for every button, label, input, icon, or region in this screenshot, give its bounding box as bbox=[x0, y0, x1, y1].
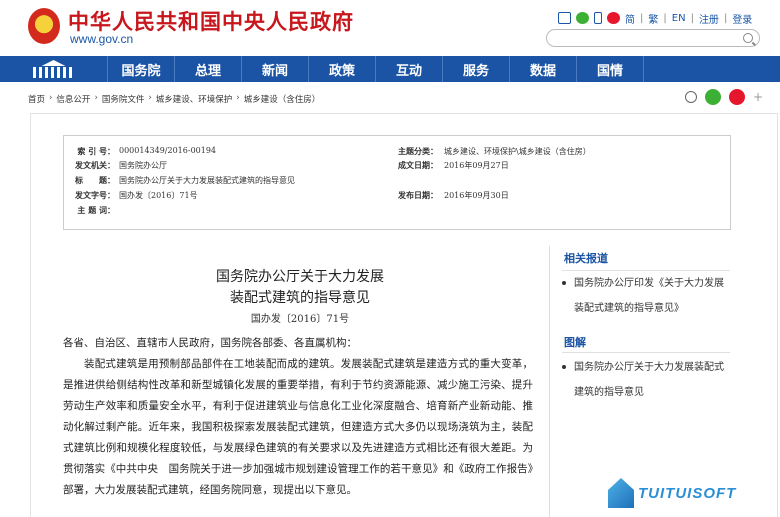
nav-home[interactable] bbox=[0, 56, 108, 82]
crumb-home[interactable]: 首页 bbox=[28, 93, 45, 105]
crumb-docs[interactable]: 国务院文件 bbox=[102, 93, 145, 105]
nav-item-premier[interactable]: 总理 bbox=[175, 56, 242, 82]
nav-item-state-council[interactable]: 国务院 bbox=[108, 56, 175, 82]
divider bbox=[562, 352, 730, 353]
index-value: 000014349/2016-00194 bbox=[119, 146, 217, 155]
topic-label: 主题分类： bbox=[398, 146, 438, 156]
breadcrumb: 首页 › 信息公开 › 国务院文件 › 城乡建设、环境保护 › 城乡建设（含住房… bbox=[28, 93, 320, 105]
bullet-icon bbox=[562, 281, 566, 285]
nav-item-news[interactable]: 新闻 bbox=[242, 56, 309, 82]
published-label: 发布日期： bbox=[398, 190, 438, 200]
bullet-icon bbox=[562, 365, 566, 369]
weibo-icon[interactable] bbox=[607, 12, 620, 24]
article-body: 各省、自治区、直辖市人民政府，国务院各部委、各直属机构： 装配式建筑是用预制部品… bbox=[63, 333, 533, 501]
wechat-icon[interactable] bbox=[576, 12, 589, 24]
nav-item-data[interactable]: 数据 bbox=[510, 56, 577, 82]
link-english[interactable]: EN bbox=[672, 13, 686, 24]
mail-icon[interactable] bbox=[558, 12, 571, 24]
wechat-share-icon[interactable] bbox=[705, 89, 721, 105]
created-value: 2016年09月27日 bbox=[444, 161, 509, 170]
article-docno: 国办发〔2016〕71号 bbox=[250, 314, 350, 325]
created-label: 成文日期： bbox=[398, 160, 438, 170]
salutation: 各省、自治区、直辖市人民政府，国务院各部委、各直属机构： bbox=[63, 337, 357, 349]
watermark: TUITUISOFT bbox=[608, 478, 736, 508]
watermark-text: TUITUISOFT bbox=[638, 484, 737, 502]
title-label: 标 题： bbox=[75, 175, 115, 185]
share-bar: + bbox=[685, 89, 763, 105]
graphic-heading: 图解 bbox=[564, 336, 586, 349]
related-heading: 相关报道 bbox=[564, 252, 608, 265]
divider: | bbox=[690, 12, 694, 24]
article-title-line1: 国务院办公厅关于大力发展 bbox=[216, 269, 384, 285]
info-row: 标 题： 国务院办公厅关于大力发展装配式建筑的指导意见 bbox=[64, 175, 730, 189]
crumb-category[interactable]: 城乡建设、环境保护 bbox=[156, 93, 233, 105]
nav-item-interaction[interactable]: 互动 bbox=[376, 56, 443, 82]
crumb-subcategory[interactable]: 城乡建设（含住房） bbox=[244, 93, 321, 105]
issuer-label: 发文机关： bbox=[75, 160, 115, 170]
graphic-link[interactable]: 国务院办公厅关于大力发展装配式建筑的指导意见 bbox=[562, 355, 724, 405]
nav-item-service[interactable]: 服务 bbox=[443, 56, 510, 82]
docno-value: 国办发〔2016〕71号 bbox=[119, 191, 198, 200]
plus-icon[interactable]: + bbox=[753, 90, 763, 104]
related-link[interactable]: 国务院办公厅印发《关于大力发展装配式建筑的指导意见》 bbox=[562, 271, 724, 321]
related-link-text[interactable]: 国务院办公厅印发《关于大力发展装配式建筑的指导意见》 bbox=[564, 271, 724, 321]
topic-value: 城乡建设、环境保护\城乡建设（含住房） bbox=[444, 147, 591, 156]
article-title-line2: 装配式建筑的指导意见 bbox=[230, 290, 370, 306]
sidebar: 相关报道 国务院办公厅印发《关于大力发展装配式建筑的指导意见》 图解 国务院办公… bbox=[549, 246, 730, 517]
search-input[interactable] bbox=[546, 29, 760, 47]
tiananmen-icon bbox=[32, 60, 75, 78]
weibo-share-icon[interactable] bbox=[729, 89, 745, 105]
watermark-logo-icon bbox=[608, 478, 634, 508]
divider: | bbox=[723, 12, 728, 24]
index-label: 索 引 号： bbox=[77, 146, 115, 156]
info-row: 主 题 词： bbox=[64, 205, 730, 219]
chevron-right-icon: › bbox=[236, 93, 240, 103]
info-row: 发文字号： 国办发〔2016〕71号 发布日期： 2016年09月30日 bbox=[64, 190, 730, 204]
main-nav: 国务院 总理 新闻 政策 互动 服务 数据 国情 bbox=[0, 56, 780, 82]
mobile-icon[interactable] bbox=[594, 12, 602, 24]
national-emblem-icon[interactable] bbox=[28, 8, 60, 44]
nav-item-policy[interactable]: 政策 bbox=[309, 56, 376, 82]
nav-item-national-info[interactable]: 国情 bbox=[577, 56, 644, 82]
link-register[interactable]: 注册 bbox=[699, 11, 719, 26]
top-links: 简 | 繁 | EN | 注册 | 登录 bbox=[558, 10, 752, 26]
site-header: 中华人民共和国中央人民政府 www.gov.cn 简 | 繁 | EN | 注册… bbox=[0, 0, 780, 56]
document-info-table: 索 引 号： 000014349/2016-00194 主题分类： 城乡建设、环… bbox=[63, 135, 731, 230]
link-traditional[interactable]: 繁 bbox=[648, 11, 658, 26]
article-paragraph: 装配式建筑是用预制部品部件在工地装配而成的建筑。发展装配式建筑是建造方式的重大变… bbox=[63, 358, 533, 496]
search-icon[interactable] bbox=[743, 33, 753, 43]
issuer-value: 国务院办公厅 bbox=[119, 161, 167, 170]
link-simplified[interactable]: 简 bbox=[625, 11, 635, 26]
chevron-right-icon: › bbox=[49, 93, 53, 103]
keywords-label: 主 题 词： bbox=[77, 205, 115, 215]
divider: | bbox=[663, 12, 667, 24]
info-row: 索 引 号： 000014349/2016-00194 主题分类： 城乡建设、环… bbox=[64, 146, 730, 160]
graphic-link-text[interactable]: 国务院办公厅关于大力发展装配式建筑的指导意见 bbox=[564, 355, 724, 405]
site-url[interactable]: www.gov.cn bbox=[70, 32, 133, 46]
link-login[interactable]: 登录 bbox=[732, 11, 752, 26]
chevron-right-icon: › bbox=[148, 93, 152, 103]
crumb-info[interactable]: 信息公开 bbox=[56, 93, 90, 105]
published-value: 2016年09月30日 bbox=[444, 191, 509, 200]
chevron-right-icon: › bbox=[94, 93, 98, 103]
docno-label: 发文字号： bbox=[75, 190, 115, 200]
info-row: 发文机关： 国务院办公厅 成文日期： 2016年09月27日 bbox=[64, 160, 730, 174]
divider: | bbox=[640, 12, 644, 24]
share-icon[interactable] bbox=[685, 91, 697, 103]
title-value: 国务院办公厅关于大力发展装配式建筑的指导意见 bbox=[119, 176, 295, 185]
